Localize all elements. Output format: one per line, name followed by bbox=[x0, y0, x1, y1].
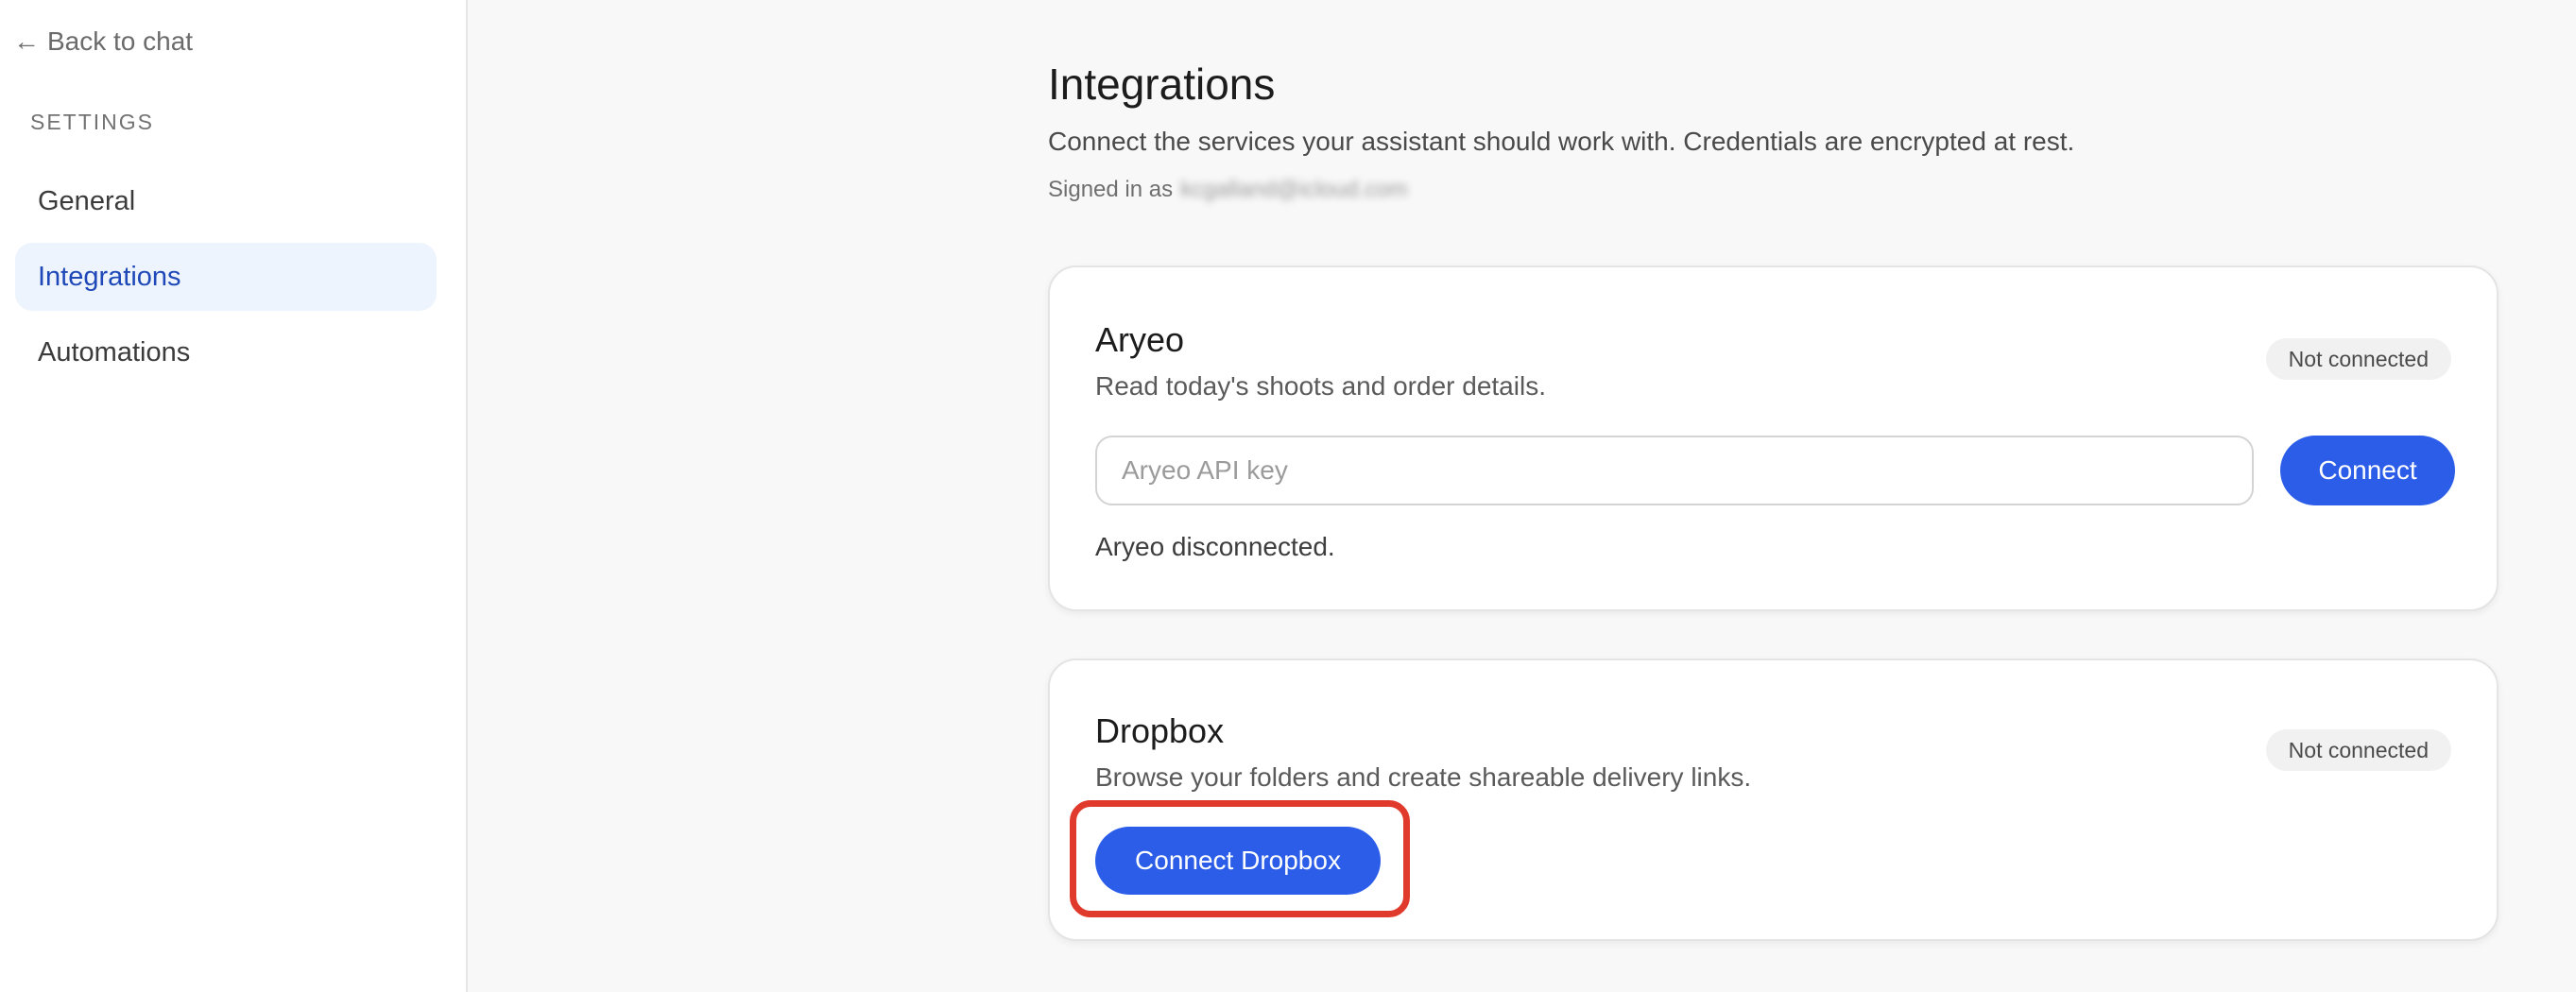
back-to-chat-link[interactable]: ← Back to chat bbox=[13, 26, 193, 57]
integration-card-aryeo: Aryeo Read today's shoots and order deta… bbox=[1048, 265, 2499, 611]
signed-in-label: Signed in as bbox=[1048, 177, 1174, 202]
status-badge: Not connected bbox=[2265, 338, 2451, 380]
integration-name: Dropbox bbox=[1095, 711, 1225, 750]
sidebar-item-automations[interactable]: Automations bbox=[15, 318, 437, 386]
arrow-left-icon: ← bbox=[13, 26, 40, 56]
aryeo-api-key-input[interactable] bbox=[1095, 436, 2254, 505]
sidebar: ← Back to chat SETTINGS General Integrat… bbox=[0, 0, 468, 992]
page-title: Integrations bbox=[1048, 60, 1276, 109]
integration-description: Read today's shoots and order details. bbox=[1095, 371, 1546, 401]
sidebar-item-integrations[interactable]: Integrations bbox=[15, 243, 437, 311]
connect-dropbox-button[interactable]: Connect Dropbox bbox=[1095, 827, 1381, 895]
sidebar-item-general[interactable]: General bbox=[15, 167, 437, 235]
connect-aryeo-button[interactable]: Connect bbox=[2280, 436, 2455, 505]
status-badge: Not connected bbox=[2265, 729, 2451, 771]
sidebar-item-label: Integrations bbox=[38, 261, 181, 292]
integration-description: Browse your folders and create shareable… bbox=[1095, 762, 1752, 792]
sidebar-item-label: Automations bbox=[38, 336, 191, 368]
sidebar-item-label: General bbox=[38, 185, 136, 216]
integration-card-dropbox: Dropbox Browse your folders and create s… bbox=[1048, 658, 2499, 941]
page-subtitle: Connect the services your assistant shou… bbox=[1048, 127, 2075, 156]
integration-name: Aryeo bbox=[1095, 320, 1185, 359]
settings-section-heading: SETTINGS bbox=[30, 110, 155, 134]
back-to-chat-label: Back to chat bbox=[47, 26, 194, 56]
signed-in-email: kcgalland@icloud.com bbox=[1180, 177, 1408, 202]
signed-in-info: Signed in as kcgalland@icloud.com bbox=[1048, 177, 1408, 203]
integration-status-message: Aryeo disconnected. bbox=[1095, 532, 1335, 561]
settings-page: ← Back to chat SETTINGS General Integrat… bbox=[0, 0, 2576, 992]
